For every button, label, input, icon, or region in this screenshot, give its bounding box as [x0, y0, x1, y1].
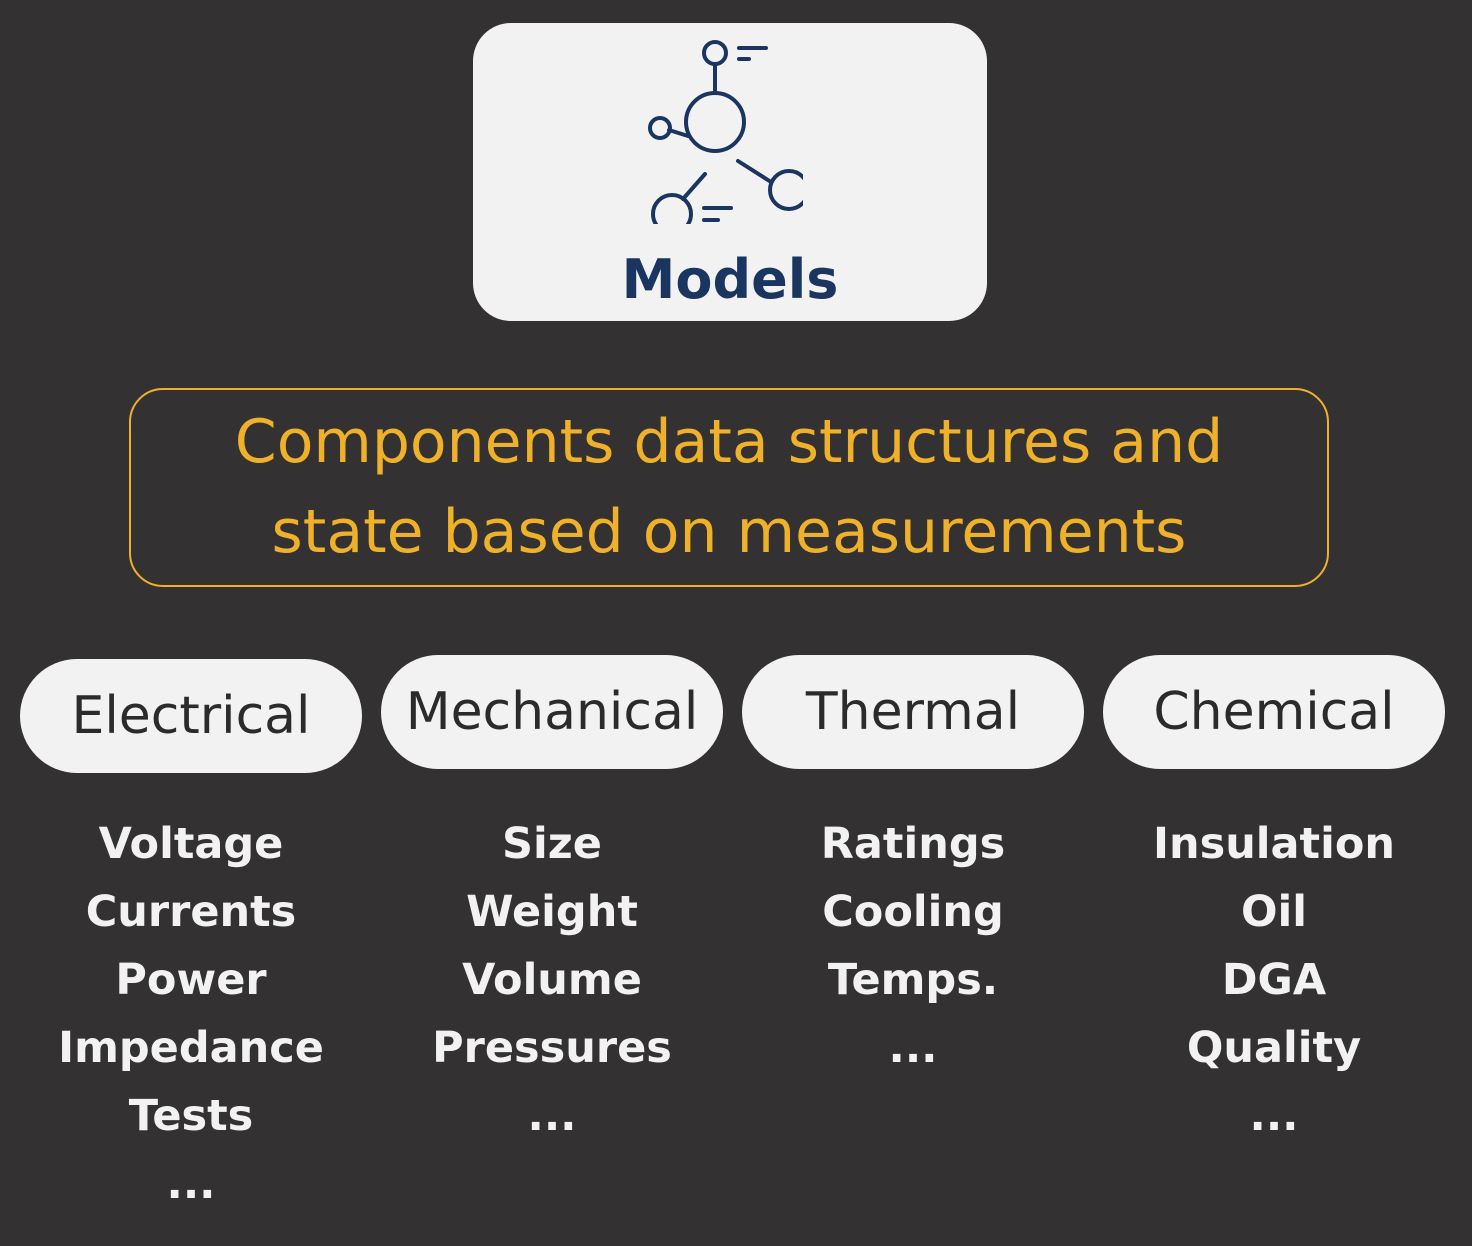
category-pill-chemical: Chemical	[1103, 655, 1445, 769]
thermal-items-list: Ratings Cooling Temps. ...	[742, 810, 1084, 1082]
list-item: DGA	[1221, 955, 1327, 1005]
list-item: Power	[115, 955, 267, 1005]
list-item: ...	[166, 1159, 216, 1209]
models-title: Models	[621, 248, 839, 311]
category-pill-thermal: Thermal	[742, 655, 1084, 769]
description-line-2: state based on measurements	[271, 497, 1187, 567]
list-item: ...	[527, 1091, 577, 1141]
list-item: Currents	[85, 887, 297, 937]
list-item: Size	[502, 819, 602, 869]
category-pill-mechanical: Mechanical	[381, 655, 723, 769]
description-line-1: Components data structures and	[234, 407, 1224, 477]
chemical-items-list: Insulation Oil DGA Quality ...	[1103, 810, 1445, 1150]
list-item: Oil	[1240, 887, 1308, 937]
list-item: Quality	[1186, 1023, 1362, 1073]
list-item: ...	[888, 1023, 938, 1073]
list-item: Voltage	[98, 819, 284, 869]
list-item: Pressures	[432, 1023, 672, 1073]
category-pill-electrical: Electrical	[20, 659, 362, 773]
list-item: Impedance	[58, 1023, 324, 1073]
list-item: Temps.	[827, 955, 999, 1005]
description-box: Components data structures and state bas…	[129, 388, 1329, 587]
list-item: Cooling	[822, 887, 1004, 937]
molecule-network-icon	[648, 40, 803, 224]
mechanical-items-list: Size Weight Volume Pressures ...	[381, 810, 723, 1150]
models-card: Models	[473, 23, 987, 321]
list-item: Insulation	[1152, 819, 1396, 869]
electrical-items-list: Voltage Currents Power Impedance Tests .…	[20, 810, 362, 1218]
list-item: Tests	[128, 1091, 254, 1141]
list-item: Volume	[462, 955, 642, 1005]
list-item: Weight	[466, 887, 638, 937]
list-item: ...	[1249, 1091, 1299, 1141]
list-item: Ratings	[820, 819, 1006, 869]
